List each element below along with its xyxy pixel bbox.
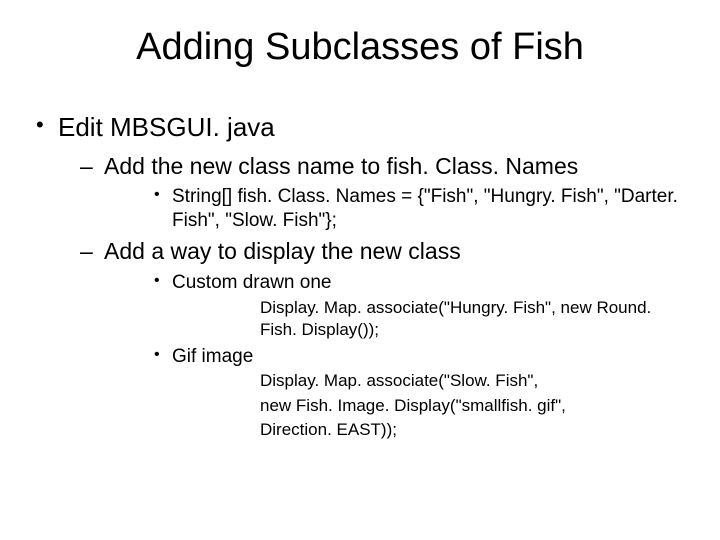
slide: Adding Subclasses of Fish Edit MBSGUI. j… [0,0,720,540]
bullet-lvl2: Add the new class name to fish. Class. N… [58,152,686,233]
code-block: Display. Map. associate("Slow. Fish", ne… [172,370,686,440]
bullet-text: Add the new class name to fish. Class. N… [104,153,578,179]
bullet-lvl3: Gif image Display. Map. associate("Slow.… [104,345,686,441]
bullet-text: Custom drawn one [172,272,331,293]
bullet-text: Edit MBSGUI. java [58,112,275,142]
bullet-lvl1: Edit MBSGUI. java Add the new class name… [34,111,686,441]
slide-title: Adding Subclasses of Fish [34,26,686,69]
code-line: Display. Map. associate("Hungry. Fish", … [172,297,686,341]
bullet-lvl2: Add a way to display the new class Custo… [58,237,686,441]
bullet-text: Gif image [172,346,253,367]
code-line: Direction. EAST)); [172,419,686,441]
bullet-list-lvl3: String[] fish. Class. Names = {"Fish", "… [104,185,686,233]
code-line: new Fish. Image. Display("smallfish. gif… [172,395,686,417]
code-block: Display. Map. associate("Hungry. Fish", … [172,297,686,341]
code-line: Display. Map. associate("Slow. Fish", [172,370,686,392]
code-text: String[] fish. Class. Names = {"Fish", "… [172,186,678,231]
bullet-text: Add a way to display the new class [104,238,461,264]
bullet-list-lvl3: Custom drawn one Display. Map. associate… [104,271,686,441]
bullet-list: Edit MBSGUI. java Add the new class name… [34,111,686,441]
bullet-list-lvl2: Add the new class name to fish. Class. N… [58,152,686,441]
bullet-lvl3: String[] fish. Class. Names = {"Fish", "… [104,185,686,233]
bullet-lvl3: Custom drawn one Display. Map. associate… [104,271,686,341]
